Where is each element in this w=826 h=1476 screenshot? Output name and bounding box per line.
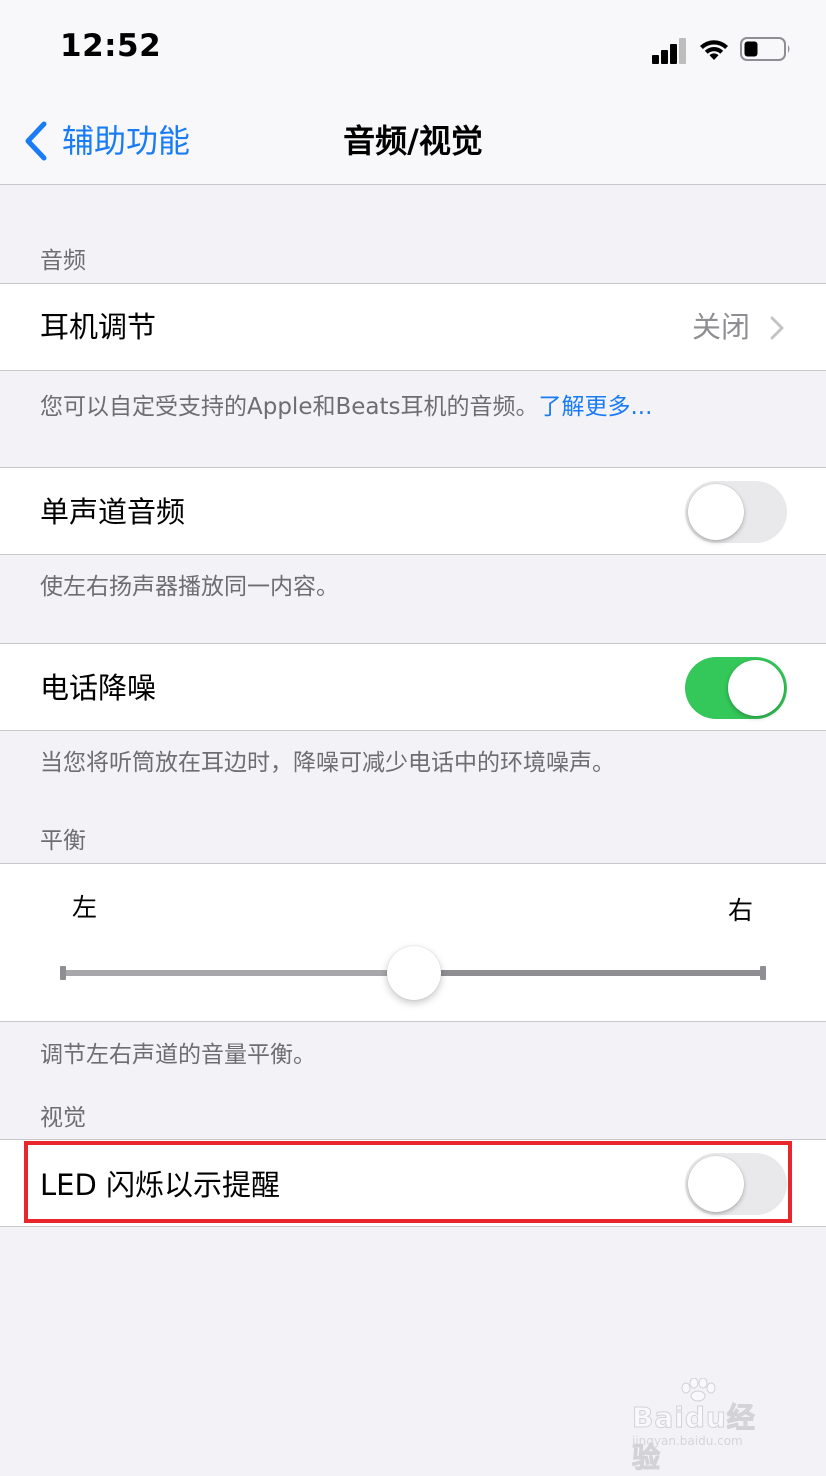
- phone-noise-cancellation-label: 电话降噪: [40, 671, 157, 705]
- balance-row: 左 右: [0, 863, 826, 1022]
- balance-right-label: 右: [728, 896, 754, 925]
- chevron-right-icon: [770, 316, 784, 340]
- status-bar: 12:52: [0, 0, 826, 100]
- headphone-footer-text: 您可以自定受支持的Apple和Beats耳机的音频。: [40, 394, 539, 420]
- status-time: 12:52: [60, 28, 162, 64]
- noise-cancellation-footer: 当您将听筒放在耳边时，降噪可减少电话中的环境噪声。: [40, 750, 615, 776]
- page-title: 音频/视觉: [343, 122, 483, 160]
- toggle-knob: [688, 484, 744, 540]
- phone-noise-cancellation-row: 电话降噪: [0, 643, 826, 731]
- balance-left-label: 左: [72, 893, 98, 922]
- battery-icon: [740, 37, 790, 61]
- cellular-signal-icon: [652, 38, 688, 64]
- headphone-footer: 您可以自定受支持的Apple和Beats耳机的音频。了解更多...: [40, 387, 652, 421]
- headphone-accommodations-value: 关闭: [691, 310, 750, 344]
- slider-max-cap: [760, 966, 766, 980]
- baidu-watermark: Baidu经验 jingyan.baidu.com: [632, 1378, 782, 1475]
- slider-min-cap: [60, 966, 66, 980]
- balance-slider-fill: [62, 970, 414, 976]
- navigation-bar: 辅助功能 音频/视觉: [0, 100, 826, 185]
- headphone-accommodations-row[interactable]: 耳机调节 关闭: [0, 283, 826, 371]
- mono-audio-footer: 使左右扬声器播放同一内容。: [40, 574, 339, 600]
- mono-audio-toggle[interactable]: [685, 481, 787, 543]
- balance-footer: 调节左右声道的音量平衡。: [40, 1042, 316, 1068]
- highlight-annotation-box: [24, 1141, 792, 1223]
- wifi-icon: [700, 40, 728, 60]
- phone-noise-cancellation-toggle[interactable]: [685, 657, 787, 719]
- learn-more-link[interactable]: 了解更多...: [539, 394, 653, 420]
- section-header-balance: 平衡: [40, 828, 86, 854]
- toggle-knob: [728, 660, 784, 716]
- balance-slider-thumb[interactable]: [387, 946, 441, 1000]
- section-header-audio: 音频: [40, 248, 86, 274]
- headphone-accommodations-label: 耳机调节: [40, 310, 157, 344]
- section-header-visual: 视觉: [40, 1105, 86, 1131]
- mono-audio-label: 单声道音频: [40, 495, 186, 529]
- mono-audio-row: 单声道音频: [0, 467, 826, 555]
- watermark-url: jingyan.baidu.com: [632, 1434, 743, 1448]
